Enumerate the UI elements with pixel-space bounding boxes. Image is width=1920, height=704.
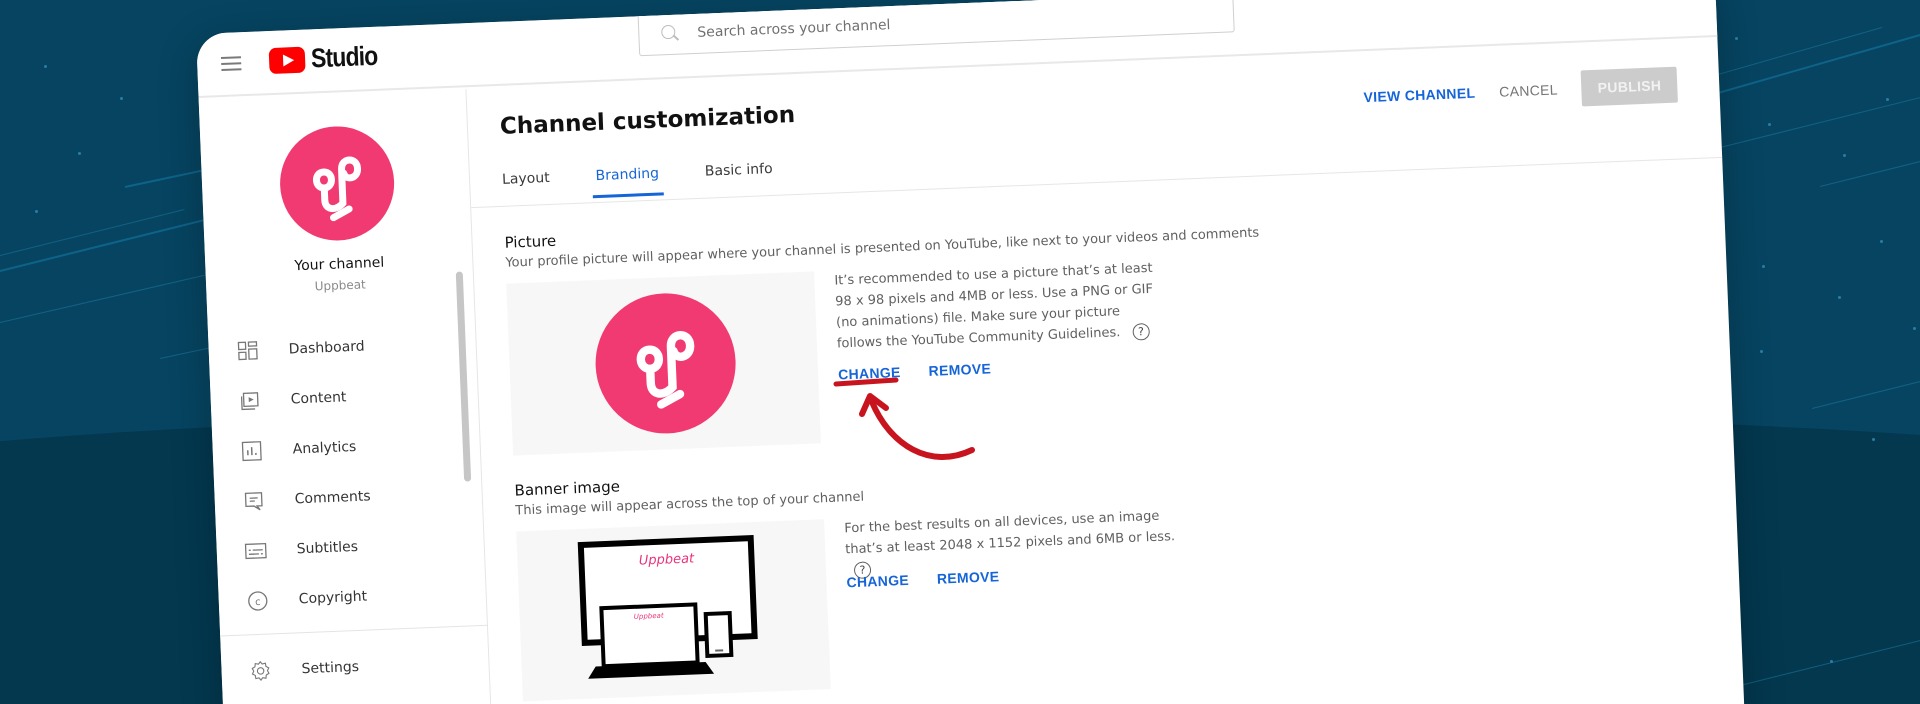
tab-basic-info[interactable]: Basic info [705,161,774,194]
sidebar-divider [220,624,488,637]
publish-button[interactable]: PUBLISH [1581,66,1678,107]
menu-icon[interactable] [220,56,242,72]
background-dot [1843,154,1846,157]
dashboard-icon [236,340,259,363]
uppbeat-logo-icon [312,156,362,222]
tab-layout[interactable]: Layout [502,170,551,202]
header-actions: VIEW CHANNEL CANCEL PUBLISH [1363,66,1678,116]
channel-name: Uppbeat [314,277,366,294]
sidebar-item-subtitles[interactable]: Subtitles [244,518,466,577]
uppbeat-logo-icon [636,331,695,409]
picture-actions: CHANGE REMOVE [838,360,991,382]
subtitles-icon [244,540,267,563]
sidebar-item-label: Copyright [298,588,368,608]
main-content: Channel customization VIEW CHANNEL CANCE… [466,39,1745,704]
sidebar-item-comments[interactable]: Comments [242,468,464,527]
banner-brand-text: Uppbeat [639,551,696,568]
sidebar-item-label: Settings [301,658,360,678]
sidebar-item-copyright[interactable]: c Copyright [246,568,468,627]
banner-remove-button[interactable]: REMOVE [937,568,1000,586]
sidebar-item-settings[interactable]: Settings [249,642,360,696]
banner-info: For the best results on all devices, use… [844,505,1186,582]
svg-text:c: c [255,597,261,608]
tab-branding[interactable]: Branding [595,166,660,199]
copyright-icon: c [246,590,269,613]
background-line [1819,159,1920,187]
background-dot [1886,98,1889,101]
background-dot [44,65,47,68]
background-line [1699,93,1920,153]
sidebar-item-label: Analytics [292,438,357,458]
background-dot [78,152,81,155]
content-icon [238,390,261,413]
comments-icon [242,490,265,513]
banner-section: Banner image This image will appear acro… [514,468,864,518]
logo-text: Studio [310,40,378,74]
sidebar-item-analytics[interactable]: Analytics [240,418,462,477]
sidebar-item-label: Comments [294,488,371,508]
banner-preview: Uppbeat Uppbeat [516,519,831,702]
background-dot [1768,123,1771,126]
view-channel-button[interactable]: VIEW CHANNEL [1363,85,1475,105]
background-line [0,274,205,323]
picture-change-button[interactable]: CHANGE [838,364,901,382]
channel-avatar[interactable] [277,124,397,243]
sidebar-item-label: Content [290,389,347,408]
sidebar: Your channel Uppbeat Dashboard Content A… [198,89,495,704]
profile-picture [592,290,739,437]
search-input[interactable] [697,7,1138,41]
background-dot [120,97,123,100]
page-title: Channel customization [499,102,796,140]
background-line [0,219,205,272]
picture-preview [506,271,821,456]
cancel-button[interactable]: CANCEL [1499,81,1558,99]
banner-brand-text-small: Uppbeat [634,612,664,621]
background-line [1689,33,1920,102]
background-dot [35,210,38,213]
help-icon[interactable]: ? [1132,322,1150,341]
gear-icon [249,659,272,682]
search-box[interactable] [637,0,1235,57]
picture-remove-button[interactable]: REMOVE [928,360,991,378]
youtube-icon [268,46,306,74]
background-dot [1838,296,1841,299]
background-dot [1830,660,1833,663]
banner-change-button[interactable]: CHANGE [846,572,909,590]
background-dot [1760,350,1763,353]
devices-illustration: Uppbeat Uppbeat [577,535,758,679]
background-dot [1762,265,1765,268]
background-dot [1880,240,1883,243]
analytics-icon [240,440,263,463]
background-line [1811,378,1920,409]
banner-info-text: For the best results on all devices, use… [844,508,1176,558]
sidebar-item-content[interactable]: Content [238,368,460,427]
background-dot [1872,438,1875,441]
sidebar-nav: Dashboard Content Analytics Comments Sub… [236,318,468,627]
search-icon [661,25,680,44]
studio-window: Studio Your channel Uppbeat Dashboard [196,0,1746,704]
sidebar-item-label: Dashboard [288,338,365,358]
picture-info: It’s recommended to use a picture that’s… [834,257,1167,354]
studio-logo[interactable]: Studio [268,40,390,76]
sidebar-item-dashboard[interactable]: Dashboard [236,318,458,377]
picture-info-text: It’s recommended to use a picture that’s… [834,260,1154,352]
background-dot [1735,37,1738,40]
background-dot [1913,327,1916,330]
sidebar-item-label: Subtitles [296,538,359,558]
